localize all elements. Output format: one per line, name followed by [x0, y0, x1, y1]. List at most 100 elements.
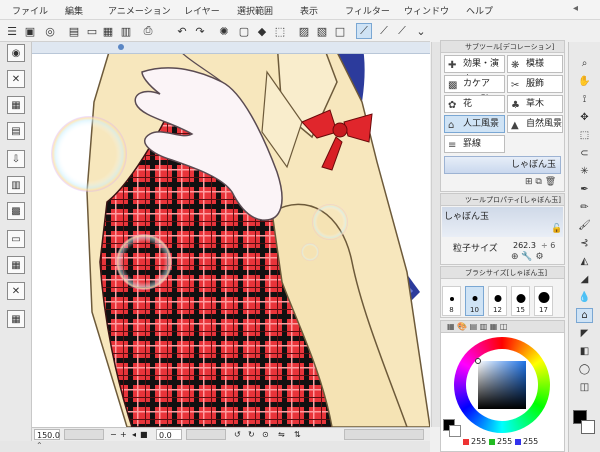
zoom-field[interactable]: 150.0 — [34, 429, 60, 440]
angle-field[interactable]: 0.0 — [156, 429, 182, 440]
invert-selection-icon[interactable]: ▧ — [314, 23, 330, 39]
color-picker-handle[interactable] — [475, 358, 481, 364]
grid-icon[interactable]: ▩ — [7, 202, 25, 220]
flip-vertical-icon[interactable]: ⇅ — [294, 429, 301, 440]
lasso-icon[interactable]: ⊂ — [576, 146, 593, 161]
blue-value[interactable]: 255 — [523, 437, 538, 446]
new-canvas-icon[interactable]: ▣ — [22, 23, 38, 39]
hand-icon[interactable]: ✋ — [576, 74, 593, 89]
gradient-icon[interactable]: ◧ — [576, 344, 593, 359]
menu-layer[interactable]: レイヤー — [184, 4, 220, 17]
layers-icon[interactable]: ▤ — [66, 23, 82, 39]
zoom-tool-icon[interactable]: ◉ — [7, 44, 25, 62]
drawing-canvas[interactable] — [32, 42, 430, 427]
canvas-vertical-scrollbar[interactable] — [431, 42, 440, 427]
menu-file[interactable]: ファイル — [12, 4, 48, 17]
redo-icon[interactable]: ↷ — [192, 23, 208, 39]
decoration-tool-icon[interactable]: ⌂ — [576, 308, 593, 323]
menu-window[interactable]: ウィンドウ — [404, 4, 449, 17]
figure-icon[interactable]: ◯ — [576, 362, 593, 377]
zoom-in-button[interactable]: + — [120, 429, 127, 440]
delete-panel-icon[interactable]: ✕ — [7, 282, 25, 300]
bg-color-swatch[interactable] — [581, 420, 595, 434]
zoom-slider[interactable] — [64, 429, 104, 440]
blend-icon[interactable]: 💧 — [576, 290, 593, 305]
table-icon[interactable]: ▦ — [7, 256, 25, 274]
menu-selection[interactable]: 選択範囲 — [237, 4, 273, 17]
reset-rotation-icon[interactable]: ⊙ — [262, 429, 269, 440]
export-icon[interactable]: ▥ — [118, 23, 134, 39]
fit-window-icon[interactable]: ◂ — [132, 429, 136, 440]
canvas-tab[interactable] — [32, 42, 430, 54]
chevron-down-icon[interactable]: ⌄ — [413, 23, 429, 39]
angle-slider[interactable] — [186, 429, 226, 440]
rotate-left-icon[interactable]: ↺ — [234, 429, 241, 440]
menu-view[interactable]: 表示 — [300, 4, 318, 17]
material-panel-icon[interactable]: ▤ — [7, 122, 25, 140]
brush-size-10[interactable]: 10 — [465, 286, 484, 316]
stamp-icon[interactable]: ◭ — [576, 254, 593, 269]
folder-icon[interactable]: ▭ — [7, 230, 25, 248]
menu-help[interactable]: ヘルプ — [466, 4, 493, 17]
snap-special-ruler-icon[interactable]: ⟋ — [376, 23, 392, 39]
loading-icon[interactable]: ✺ — [216, 23, 232, 39]
brush-size-8[interactable]: 8 — [442, 286, 461, 316]
brush-size-12[interactable]: 12 — [488, 286, 507, 316]
green-value[interactable]: 255 — [497, 437, 512, 446]
stop-icon[interactable]: ■ — [140, 429, 148, 440]
close-panel-icon[interactable]: ✕ — [7, 70, 25, 88]
eraser-icon[interactable]: ◢ — [576, 272, 593, 287]
pen-icon[interactable]: ✒ — [576, 182, 593, 197]
rotate-right-icon[interactable]: ↻ — [248, 429, 255, 440]
import-icon[interactable]: ⇩ — [7, 150, 25, 168]
expand-up-icon[interactable]: ⌃ — [36, 441, 43, 450]
deco-item-plant[interactable]: ♣ 草木 — [507, 95, 563, 113]
undo-icon[interactable]: ↶ — [174, 23, 190, 39]
property-actions[interactable]: ⊕ 🔧 ⚙ — [511, 252, 544, 262]
deco-item-crosshatch[interactable]: ▩カケアミ・砂 — [444, 75, 505, 105]
save-icon[interactable]: ▦ — [100, 23, 116, 39]
snap-grid-icon[interactable]: ⟋ — [394, 23, 410, 39]
deselect-icon[interactable]: ▨ — [296, 23, 312, 39]
brush-icon[interactable]: 🖌 — [576, 218, 593, 233]
brush-size-17[interactable]: 17 — [534, 286, 553, 316]
stepper-icon[interactable]: ÷ 6 — [541, 241, 555, 250]
deco-item-artificial-scenery[interactable]: ⌂ 人工風景 — [444, 115, 505, 133]
lock-icon[interactable]: 🔓 — [551, 224, 562, 234]
deco-item-pattern[interactable]: ❋ 模様 — [507, 55, 563, 73]
transform-icon[interactable]: ⬚ — [272, 23, 288, 39]
select-icon[interactable]: ⬚ — [576, 128, 593, 143]
brush-size-15[interactable]: 15 — [511, 286, 530, 316]
fill-icon[interactable]: ◆ — [254, 23, 270, 39]
deco-item-clothing[interactable]: ✂ 服飾 — [507, 75, 563, 93]
saturation-square[interactable] — [478, 361, 526, 409]
menu-animation[interactable]: アニメーション — [108, 4, 171, 17]
clear-icon[interactable]: ▢ — [236, 23, 252, 39]
hamburger-menu-icon[interactable]: ☰ — [4, 23, 20, 39]
document-icon[interactable]: ▥ — [7, 176, 25, 194]
show-selection-icon[interactable]: □ — [332, 23, 348, 39]
zoom-icon[interactable]: ⌕ — [576, 56, 593, 71]
color-tabs[interactable]: ▦ 🎨 ▤ ▥ ▦ ◫ — [441, 321, 564, 333]
swirl-icon[interactable]: ◎ — [42, 23, 58, 39]
sub-color-swatch[interactable] — [449, 425, 461, 437]
calendar-icon[interactable]: ▦ — [7, 310, 25, 328]
deco-item-natural-scenery[interactable]: ▲ 自然風景 — [507, 115, 563, 133]
open-file-icon[interactable]: ▭ — [84, 23, 100, 39]
snap-ruler-icon[interactable]: ⟋ — [356, 23, 372, 39]
deco-item-effect[interactable]: ✚効果・演出 — [444, 55, 505, 85]
param-value[interactable]: 262.3 — [513, 241, 536, 250]
airbrush-icon[interactable]: ⊰ — [576, 236, 593, 251]
ruler-icon[interactable]: ◫ — [576, 380, 593, 395]
menu-edit[interactable]: 編集 — [65, 4, 83, 17]
deco-item-ruled-lines[interactable]: ≡ 罫線 — [444, 135, 505, 153]
flip-icon[interactable]: ⇋ — [278, 429, 285, 440]
menu-filter[interactable]: フィルター — [345, 4, 390, 17]
print-icon[interactable]: ⎙ — [140, 23, 156, 39]
panel-actions[interactable]: ⊞ ⧉ 🗑 — [525, 177, 556, 187]
fill-bucket-icon[interactable]: ◤ — [576, 326, 593, 341]
eyedropper-icon[interactable]: ⟟ — [576, 92, 593, 107]
red-value[interactable]: 255 — [471, 437, 486, 446]
sparkle-icon[interactable]: ✳ — [576, 164, 593, 179]
deco-item-flower[interactable]: ✿ 花 — [444, 95, 505, 113]
